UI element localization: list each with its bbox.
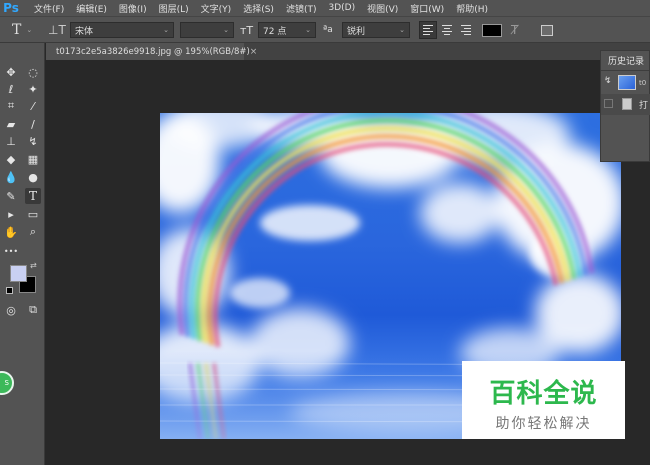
options-bar: T ⌄ ⊥T 宋体 ⌄ ⌄ ᴛT 72 点 ⌄ ªa 锐利 ⌄ Ⱦ — [0, 16, 650, 43]
align-right-button[interactable] — [457, 21, 475, 39]
brush-tool-icon[interactable]: / — [25, 116, 41, 132]
document-tab-title: t0173c2e5a3826e9918.jpg @ 195%(RGB/8#) — [56, 46, 250, 57]
font-size-icon: ᴛT — [240, 23, 254, 37]
chevron-down-icon: ⌄ — [305, 26, 311, 34]
align-center-button[interactable] — [438, 21, 456, 39]
lasso-tool-icon[interactable]: ℓ — [3, 81, 19, 97]
chevron-down-icon: ⌄ — [26, 26, 33, 34]
rectangle-tool-icon[interactable]: ▭ — [25, 206, 41, 222]
watermark-logo: 百科全说 助你轻松解决 — [462, 361, 625, 439]
text-color-swatch[interactable] — [482, 23, 502, 37]
snapshot-label: t0 — [639, 78, 647, 87]
menu-filter[interactable]: 滤镜(T) — [280, 2, 323, 15]
gradient-tool-icon[interactable]: ▦ — [25, 151, 41, 167]
warp-text-icon[interactable]: Ⱦ — [511, 21, 518, 39]
align-center-icon — [442, 23, 452, 37]
zoom-tool-icon[interactable]: ⌕ — [25, 224, 41, 240]
font-size-select[interactable]: 72 点 ⌄ — [258, 22, 316, 38]
menu-bar: Ps 文件(F) 编辑(E) 图像(I) 图层(L) 文字(Y) 选择(S) 滤… — [0, 0, 650, 16]
default-colors-icon[interactable] — [6, 287, 13, 294]
menu-select[interactable]: 选择(S) — [237, 2, 280, 15]
snapshot-thumbnail — [618, 75, 636, 90]
healing-brush-icon[interactable]: ▰ — [3, 116, 19, 132]
chevron-down-icon: ⌄ — [399, 26, 405, 34]
eraser-tool-icon[interactable]: ◆ — [3, 151, 19, 167]
history-state-checkbox[interactable] — [604, 99, 613, 108]
align-right-icon — [461, 23, 471, 37]
menu-layer[interactable]: 图层(L) — [153, 2, 195, 15]
pen-tool-icon[interactable]: ✎ — [3, 188, 19, 204]
document-tab-bar: t0173c2e5a3826e9918.jpg @ 195%(RGB/8#) × — [46, 43, 650, 60]
tool-preset-picker[interactable]: T ⌄ — [12, 21, 32, 39]
history-snapshot-row[interactable]: ↯ t0 — [601, 72, 650, 93]
eyedropper-icon[interactable]: ⁄ — [25, 98, 41, 114]
menu-3d[interactable]: 3D(D) — [322, 3, 361, 13]
history-state-label: 打 — [639, 101, 649, 111]
font-style-select[interactable]: ⌄ — [180, 22, 234, 38]
history-brush-source-icon[interactable]: ↯ — [604, 76, 612, 86]
menu-edit[interactable]: 编辑(E) — [70, 2, 113, 15]
menu-type[interactable]: 文字(Y) — [195, 2, 238, 15]
more-tools-icon[interactable]: ••• — [3, 243, 19, 259]
watermark-subtitle: 助你轻松解决 — [495, 416, 592, 432]
crop-tool-icon[interactable]: ⌗ — [3, 98, 19, 114]
history-panel-title[interactable]: 历史记录 — [601, 51, 649, 71]
font-size-value: 72 点 — [263, 26, 287, 37]
font-family-select[interactable]: 宋体 ⌄ — [70, 22, 174, 38]
history-state-row[interactable]: 打 — [601, 94, 650, 115]
assistant-badge[interactable]: S — [0, 371, 14, 395]
dodge-tool-icon[interactable]: ● — [25, 169, 41, 185]
antialias-icon: ªa — [323, 25, 333, 35]
antialias-value: 锐利 — [347, 26, 366, 37]
magic-wand-icon[interactable]: ✦ — [25, 81, 41, 97]
screen-mode-icon[interactable]: ⧉ — [25, 302, 41, 318]
menu-help[interactable]: 帮助(H) — [450, 2, 494, 15]
menu-window[interactable]: 窗口(W) — [404, 2, 450, 15]
orientation-toggle-icon[interactable]: ⊥T — [48, 21, 66, 39]
align-left-icon — [423, 23, 433, 37]
tools-panel: ✥ ◌ ℓ ✦ ⌗ ⁄ ▰ / ⊥ ↯ ◆ ▦ 💧 ● ✎ T ▸ ▭ ✋ ⌕ … — [0, 43, 45, 465]
document-icon — [622, 98, 632, 110]
menu-view[interactable]: 视图(V) — [361, 2, 404, 15]
menu-file[interactable]: 文件(F) — [28, 2, 70, 15]
watermark-title: 百科全说 — [489, 379, 598, 409]
foreground-color-swatch[interactable] — [10, 265, 27, 282]
history-panel: 历史记录 ↯ t0 打 — [600, 50, 650, 162]
antialias-select[interactable]: 锐利 ⌄ — [342, 22, 410, 38]
swap-colors-icon[interactable]: ⇄ — [30, 261, 37, 270]
type-tool-icon[interactable]: T — [25, 188, 41, 204]
font-family-value: 宋体 — [75, 26, 94, 37]
close-icon[interactable]: × — [250, 47, 258, 57]
type-tool-icon: T — [12, 22, 22, 38]
marquee-tool-icon[interactable]: ◌ — [25, 64, 41, 80]
chevron-down-icon: ⌄ — [223, 26, 229, 34]
chevron-down-icon: ⌄ — [163, 26, 169, 34]
menu-image[interactable]: 图像(I) — [113, 2, 153, 15]
character-panel-icon[interactable] — [541, 21, 553, 39]
photoshop-logo: Ps — [3, 1, 19, 15]
align-left-button[interactable] — [419, 21, 437, 39]
path-select-icon[interactable]: ▸ — [3, 206, 19, 222]
quick-mask-icon[interactable]: ◎ — [3, 302, 19, 318]
move-tool-icon[interactable]: ✥ — [3, 64, 19, 80]
clone-stamp-icon[interactable]: ⊥ — [3, 133, 19, 149]
document-tab[interactable]: t0173c2e5a3826e9918.jpg @ 195%(RGB/8#) × — [46, 43, 257, 60]
blur-tool-icon[interactable]: 💧 — [3, 169, 19, 185]
hand-tool-icon[interactable]: ✋ — [3, 224, 19, 240]
history-brush-icon[interactable]: ↯ — [25, 133, 41, 149]
